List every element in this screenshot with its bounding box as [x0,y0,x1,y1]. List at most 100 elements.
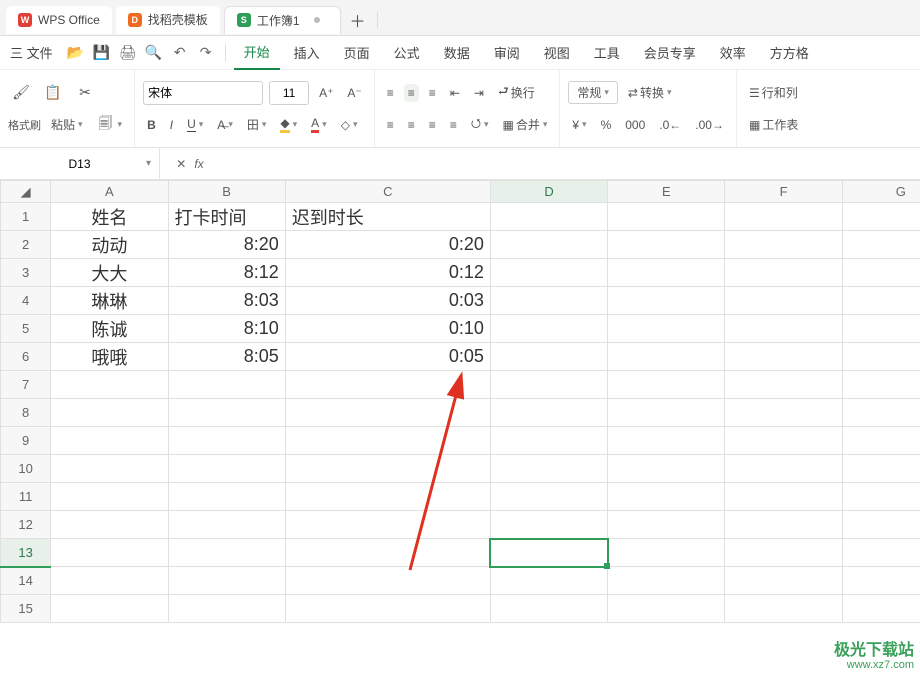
menu-tab-data[interactable]: 数据 [434,36,480,70]
cell[interactable] [842,539,920,567]
cell[interactable] [490,483,607,511]
menu-tab-review[interactable]: 审阅 [484,36,530,70]
fill-color-button[interactable]: ◆▾ [276,114,301,135]
cell[interactable] [608,259,725,287]
row-header[interactable]: 12 [1,511,51,539]
cell[interactable] [725,455,842,483]
menu-tab-ffg[interactable]: 方方格 [760,36,819,70]
font-size-select[interactable] [269,81,309,105]
indent-dec-button[interactable]: ⇤ [446,84,464,102]
file-menu[interactable]: 三 文件 [10,43,53,62]
menu-tab-start[interactable]: 开始 [234,36,280,70]
name-box-input[interactable] [30,157,130,171]
cell[interactable] [168,399,285,427]
number-format-select[interactable]: 常规 ▾ [568,81,618,104]
cell[interactable] [285,399,490,427]
cell[interactable] [608,203,725,231]
cell[interactable] [608,343,725,371]
row-header[interactable]: 2 [1,231,51,259]
cell[interactable] [842,287,920,315]
cell[interactable] [725,483,842,511]
cell[interactable] [608,595,725,623]
merge-button[interactable]: ▦ 合并▾ [498,114,551,135]
cut-button[interactable]: ✂ [72,82,98,104]
cell[interactable] [725,259,842,287]
format-painter-button[interactable]: 🖌 [8,82,34,104]
menu-tab-efficiency[interactable]: 效率 [710,36,756,70]
cell[interactable]: 动动 [51,231,168,259]
copy-button[interactable]: 📋 [40,82,66,104]
cell[interactable] [490,259,607,287]
cell[interactable] [51,511,168,539]
row-header[interactable]: 8 [1,399,51,427]
cell[interactable] [490,399,607,427]
justify-button[interactable]: ≡ [446,116,461,134]
cell[interactable] [842,567,920,595]
border-button[interactable]: 田▾ [243,114,271,135]
cell[interactable] [285,371,490,399]
indent-inc-button[interactable]: ⇥ [470,84,488,102]
cell[interactable] [51,595,168,623]
row-header[interactable]: 4 [1,287,51,315]
cell[interactable] [842,315,920,343]
cell[interactable] [725,511,842,539]
cell[interactable] [51,539,168,567]
cell[interactable] [608,231,725,259]
orientation-button[interactable]: ⭯▾ [467,112,493,137]
undo-icon[interactable]: ↶ [169,42,191,64]
cell[interactable] [490,567,607,595]
col-header-G[interactable]: G [842,181,920,203]
align-top-button[interactable]: ≡ [383,84,398,102]
strike-button[interactable]: A̶▾ [213,116,237,134]
cell[interactable] [725,427,842,455]
cell[interactable] [608,455,725,483]
save-icon[interactable]: 💾 [91,42,113,64]
cell[interactable] [285,455,490,483]
cell[interactable] [725,231,842,259]
menu-tab-tools[interactable]: 工具 [584,36,630,70]
cell[interactable]: 0:03 [285,287,490,315]
cell[interactable] [490,231,607,259]
cell[interactable]: 姓名 [51,203,168,231]
cell[interactable] [608,399,725,427]
wrap-text-button[interactable]: ⮐ 换行 [494,80,539,105]
font-color-button[interactable]: A▾ [307,114,331,135]
menu-tab-member[interactable]: 会员专享 [634,36,706,70]
cell[interactable]: 8:20 [168,231,285,259]
cell[interactable] [285,427,490,455]
cell[interactable] [51,399,168,427]
cell[interactable] [725,595,842,623]
cell[interactable] [608,287,725,315]
underline-button[interactable]: U▾ [183,115,207,134]
comma-button[interactable]: 000 [621,116,649,134]
cell[interactable] [490,287,607,315]
cell[interactable] [842,231,920,259]
cell[interactable] [490,427,607,455]
row-header[interactable]: 5 [1,315,51,343]
cell[interactable]: 0:10 [285,315,490,343]
cell-selected[interactable] [490,539,607,567]
formula-input[interactable] [220,156,920,171]
cell[interactable] [285,595,490,623]
align-right-button[interactable]: ≡ [425,116,440,134]
cell[interactable] [490,315,607,343]
cell[interactable] [608,567,725,595]
col-header-F[interactable]: F [725,181,842,203]
currency-button[interactable]: ¥▾ [568,116,590,134]
cell[interactable] [168,455,285,483]
cell[interactable] [842,595,920,623]
cell[interactable] [842,427,920,455]
cell[interactable] [51,483,168,511]
menu-tab-view[interactable]: 视图 [534,36,580,70]
cell[interactable]: 打卡时间 [168,203,285,231]
cell[interactable] [608,371,725,399]
row-header[interactable]: 6 [1,343,51,371]
cell[interactable] [490,371,607,399]
cell[interactable] [725,399,842,427]
new-tab-button[interactable]: ＋ [345,7,371,33]
italic-button[interactable]: I [166,116,177,134]
menu-tab-insert[interactable]: 插入 [284,36,330,70]
row-header[interactable]: 15 [1,595,51,623]
col-header-E[interactable]: E [608,181,725,203]
row-header[interactable]: 9 [1,427,51,455]
